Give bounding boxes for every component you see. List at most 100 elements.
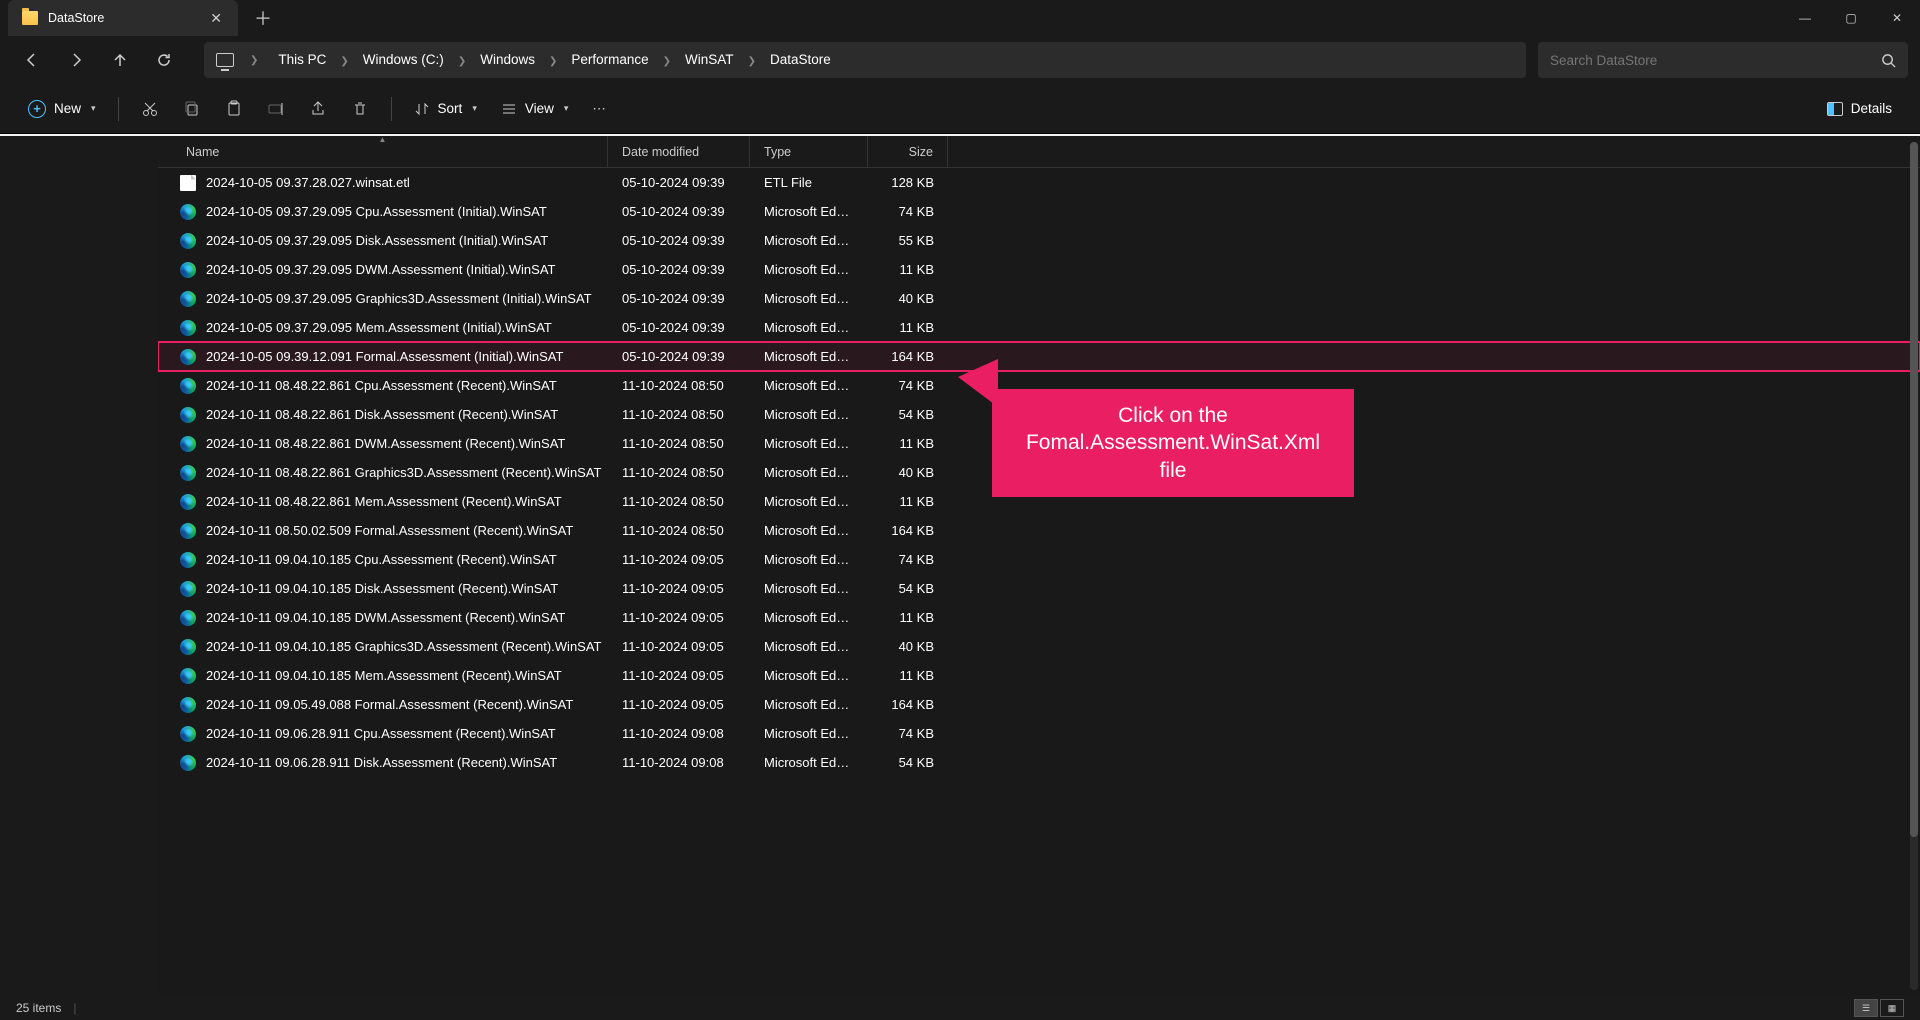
file-row[interactable]: 2024-10-11 09.04.10.185 DWM.Assessment (…: [158, 603, 1920, 632]
paste-button[interactable]: [215, 94, 253, 124]
file-type: Microsoft Edge HT...: [750, 581, 868, 596]
details-toggle[interactable]: Details: [1817, 95, 1902, 122]
file-type: Microsoft Edge HT...: [750, 407, 868, 422]
file-type: Microsoft Edge HT...: [750, 639, 868, 654]
delete-button[interactable]: [341, 94, 379, 124]
file-list[interactable]: 2024-10-05 09.37.28.027.winsat.etl05-10-…: [158, 168, 1920, 996]
col-size[interactable]: Size: [868, 136, 948, 167]
file-type: Microsoft Edge HT...: [750, 465, 868, 480]
file-name: 2024-10-11 08.48.22.861 Cpu.Assessment (…: [206, 378, 557, 393]
breadcrumb-segment[interactable]: Windows (C:): [355, 48, 452, 71]
copy-button[interactable]: [173, 94, 211, 124]
file-row[interactable]: 2024-10-05 09.37.29.095 Disk.Assessment …: [158, 226, 1920, 255]
file-row[interactable]: 2024-10-05 09.37.29.095 DWM.Assessment (…: [158, 255, 1920, 284]
sort-icon: [414, 101, 430, 117]
col-name[interactable]: Name▲: [158, 136, 608, 167]
file-row[interactable]: 2024-10-05 09.37.29.095 Cpu.Assessment (…: [158, 197, 1920, 226]
search-box[interactable]: [1538, 42, 1908, 78]
file-row[interactable]: 2024-10-05 09.37.29.095 Graphics3D.Asses…: [158, 284, 1920, 313]
main-area: Name▲ Date modified Type Size 2024-10-05…: [0, 136, 1920, 996]
chevron-icon[interactable]: ❯: [543, 56, 563, 67]
share-button[interactable]: [299, 94, 337, 124]
edge-icon: [180, 755, 196, 771]
cut-button[interactable]: [131, 94, 169, 124]
file-row[interactable]: 2024-10-11 09.06.28.911 Disk.Assessment …: [158, 748, 1920, 777]
forward-button[interactable]: [56, 42, 96, 78]
edge-icon: [180, 668, 196, 684]
close-tab-button[interactable]: ✕: [206, 10, 226, 27]
edge-icon: [180, 639, 196, 655]
file-row[interactable]: 2024-10-11 09.04.10.185 Disk.Assessment …: [158, 574, 1920, 603]
chevron-down-icon: ▾: [91, 103, 96, 114]
file-row[interactable]: 2024-10-05 09.39.12.091 Formal.Assessmen…: [158, 342, 1920, 371]
chevron-icon[interactable]: ❯: [452, 56, 472, 67]
navigation-pane[interactable]: [0, 136, 158, 996]
breadcrumb-segment[interactable]: WinSAT: [677, 48, 742, 71]
edge-icon: [180, 697, 196, 713]
new-tab-button[interactable]: ＋: [238, 5, 288, 31]
file-row[interactable]: 2024-10-05 09.37.29.095 Mem.Assessment (…: [158, 313, 1920, 342]
chevron-icon[interactable]: ❯: [742, 56, 762, 67]
breadcrumb[interactable]: ❯ This PC❯Windows (C:)❯Windows❯Performan…: [204, 42, 1526, 78]
back-button[interactable]: [12, 42, 52, 78]
window-controls: — ▢ ✕: [1782, 0, 1920, 36]
file-row[interactable]: 2024-10-11 09.04.10.185 Graphics3D.Asses…: [158, 632, 1920, 661]
edge-icon: [180, 378, 196, 394]
scrollbar[interactable]: [1910, 142, 1918, 990]
file-size: 74 KB: [868, 726, 948, 741]
file-icon: [180, 175, 196, 191]
close-window-button[interactable]: ✕: [1874, 0, 1920, 36]
col-type[interactable]: Type: [750, 136, 868, 167]
icons-view-toggle[interactable]: ▦: [1880, 999, 1904, 1017]
file-row[interactable]: 2024-10-11 09.04.10.185 Cpu.Assessment (…: [158, 545, 1920, 574]
up-button[interactable]: [100, 42, 140, 78]
file-type: Microsoft Edge HT...: [750, 610, 868, 625]
active-tab[interactable]: DataStore ✕: [8, 0, 238, 36]
scroll-thumb[interactable]: [1910, 142, 1918, 837]
column-headers: Name▲ Date modified Type Size: [158, 136, 1920, 168]
file-pane: Name▲ Date modified Type Size 2024-10-05…: [158, 136, 1920, 996]
edge-icon: [180, 581, 196, 597]
file-name: 2024-10-11 09.04.10.185 Cpu.Assessment (…: [206, 552, 557, 567]
file-row[interactable]: 2024-10-11 09.04.10.185 Mem.Assessment (…: [158, 661, 1920, 690]
file-row[interactable]: 2024-10-11 09.06.28.911 Cpu.Assessment (…: [158, 719, 1920, 748]
maximize-button[interactable]: ▢: [1828, 0, 1874, 36]
chevron-icon[interactable]: ❯: [334, 56, 354, 67]
file-date: 11-10-2024 08:50: [608, 436, 750, 451]
callout-text: Click on the Fomal.Assessment.WinSat.Xml…: [1010, 402, 1336, 484]
minimize-button[interactable]: —: [1782, 0, 1828, 36]
file-date: 11-10-2024 08:50: [608, 378, 750, 393]
file-type: Microsoft Edge HT...: [750, 262, 868, 277]
details-view-toggle[interactable]: ☰: [1854, 999, 1878, 1017]
view-toggles: ☰ ▦: [1854, 999, 1904, 1017]
view-button[interactable]: View ▾: [491, 95, 579, 123]
more-button[interactable]: ⋯: [582, 95, 616, 123]
edge-icon: [180, 291, 196, 307]
edge-icon: [180, 726, 196, 742]
breadcrumb-segment[interactable]: DataStore: [762, 48, 839, 71]
breadcrumb-segment[interactable]: Windows: [472, 48, 543, 71]
file-type: Microsoft Edge HT...: [750, 726, 868, 741]
status-bar: 25 items | ☰ ▦: [0, 996, 1920, 1020]
folder-icon: [22, 11, 38, 25]
search-input[interactable]: [1550, 53, 1881, 68]
chevron-icon[interactable]: ❯: [244, 55, 264, 66]
search-icon[interactable]: [1881, 53, 1896, 68]
file-date: 05-10-2024 09:39: [608, 233, 750, 248]
breadcrumb-segment[interactable]: Performance: [563, 48, 656, 71]
separator: [391, 97, 392, 121]
col-date[interactable]: Date modified: [608, 136, 750, 167]
view-icon: [501, 101, 517, 117]
rename-button[interactable]: [257, 94, 295, 124]
breadcrumb-segment[interactable]: This PC: [270, 48, 334, 71]
file-row[interactable]: 2024-10-11 09.05.49.088 Formal.Assessmen…: [158, 690, 1920, 719]
file-row[interactable]: 2024-10-05 09.37.28.027.winsat.etl05-10-…: [158, 168, 1920, 197]
sort-button[interactable]: Sort ▾: [404, 95, 487, 123]
edge-icon: [180, 494, 196, 510]
edge-icon: [180, 349, 196, 365]
new-button[interactable]: + New ▾: [18, 94, 106, 124]
file-type: Microsoft Edge HT...: [750, 755, 868, 770]
chevron-icon[interactable]: ❯: [657, 56, 677, 67]
file-row[interactable]: 2024-10-11 08.50.02.509 Formal.Assessmen…: [158, 516, 1920, 545]
refresh-button[interactable]: [144, 42, 184, 78]
